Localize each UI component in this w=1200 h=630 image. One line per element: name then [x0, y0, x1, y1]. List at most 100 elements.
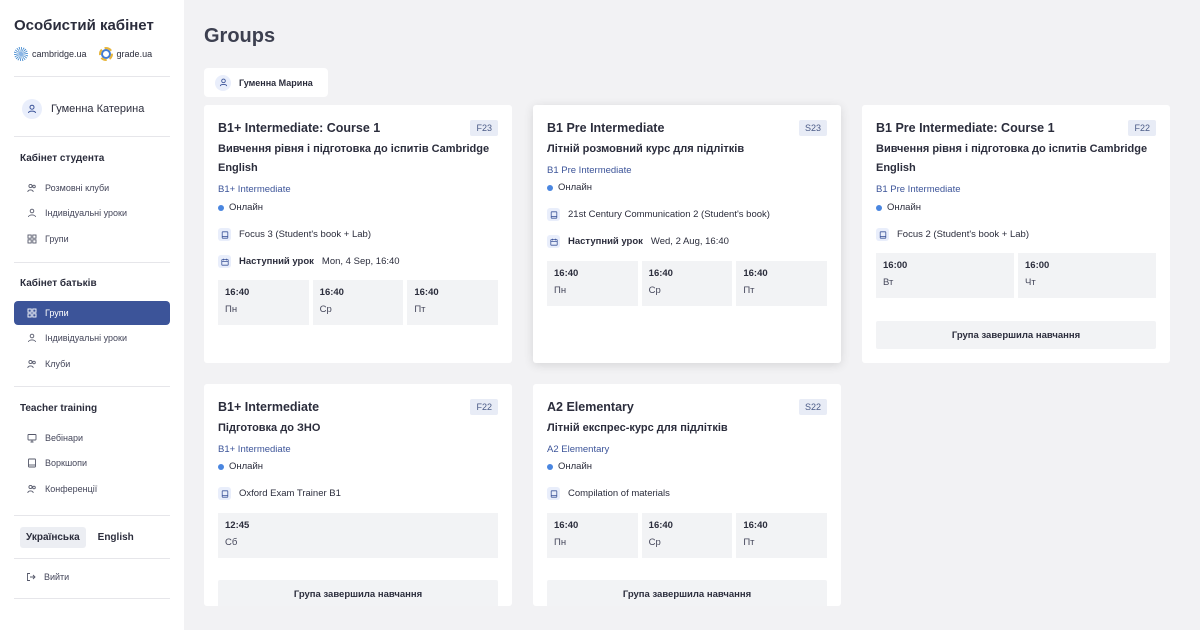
people-icon — [27, 183, 37, 193]
nav-label: Розмовні клуби — [45, 183, 110, 193]
user-icon — [215, 74, 231, 91]
divider — [14, 515, 170, 516]
group-card[interactable]: B1 Pre Intermediate: Course 1 F22 Вивчен… — [862, 105, 1170, 363]
nav-student-groups[interactable]: Групи — [14, 227, 170, 251]
slot-day: Пт — [743, 537, 755, 548]
level-link[interactable]: B1+ Intermediate — [218, 444, 291, 455]
nav-label: Клуби — [45, 359, 71, 369]
schedule-slots: 16:40 Пн 16:40 Ср 16:40 Пт — [547, 261, 828, 306]
next-lesson-label: Наступний урок — [239, 256, 314, 267]
brand-cambridge[interactable]: cambridge.ua — [14, 47, 87, 61]
nav-student-individual[interactable]: Індивідуальні уроки — [14, 201, 170, 225]
language-switcher: Українська English — [20, 527, 140, 548]
schedule-slot: 16:40 Пн — [218, 280, 309, 325]
group-card[interactable]: A2 Elementary S22 Літній експрес-курс дл… — [533, 384, 841, 606]
next-lesson-row: Наступний урок Wed, 2 Aug, 16:40 — [547, 235, 827, 248]
book-title: Focus 3 (Student's book + Lab) — [239, 229, 371, 240]
format-status: Онлайн — [876, 202, 921, 213]
child-selector[interactable]: Гуменна Марина — [204, 68, 328, 97]
calendar-icon — [218, 255, 231, 268]
sidebar: Особистий кабінет cambridge.ua grade.ua … — [0, 0, 184, 630]
lang-english-button[interactable]: English — [92, 527, 140, 548]
card-header: B1 Pre Intermediate: Course 1 F22 — [876, 120, 1156, 136]
group-subtitle: Підготовка до ЗНО — [218, 422, 321, 434]
monitor-icon — [27, 433, 37, 443]
nav-workshops[interactable]: Воркшопи — [14, 451, 170, 475]
season-badge: S23 — [798, 120, 827, 136]
slot-day: Ср — [319, 304, 332, 315]
nav-conferences[interactable]: Конференції — [14, 477, 170, 501]
user-name: Гуменна Катерина — [51, 103, 145, 115]
course-title: A2 Elementary — [547, 400, 634, 414]
nav-webinars[interactable]: Вебінари — [14, 426, 170, 450]
logout-button[interactable]: Вийти — [26, 572, 69, 582]
slot-day: Пт — [414, 304, 426, 315]
season-badge: S22 — [798, 399, 827, 415]
nav-student-clubs[interactable]: Розмовні клуби — [14, 176, 170, 200]
lang-ukrainian-button[interactable]: Українська — [20, 527, 86, 548]
slot-time: 16:40 — [225, 287, 250, 298]
book-row: 21st Century Communication 2 (Student's … — [547, 208, 827, 221]
slot-day: Пн — [554, 285, 567, 296]
book-icon — [876, 228, 889, 241]
schedule-slots: 16:40 Пн 16:40 Ср 16:40 Пт — [218, 280, 499, 325]
nav-label: Групи — [45, 234, 69, 244]
level-link[interactable]: B1 Pre Intermediate — [547, 165, 632, 176]
book-icon — [547, 487, 560, 500]
online-dot-icon — [547, 184, 553, 191]
slot-day: Вт — [883, 277, 894, 288]
user-profile[interactable]: Гуменна Катерина — [22, 99, 144, 119]
book-title: Compilation of materials — [568, 488, 670, 499]
format-status: Онлайн — [218, 461, 263, 472]
slot-time: 16:40 — [743, 268, 768, 279]
user-icon — [22, 99, 42, 119]
brand-grade[interactable]: grade.ua — [98, 47, 153, 61]
group-subtitle: Літній експрес-курс для підлітків — [547, 422, 728, 434]
brand-cambridge-label: cambridge.ua — [32, 49, 87, 59]
slot-day: Пт — [743, 285, 755, 296]
divider — [14, 386, 170, 387]
group-card[interactable]: B1+ Intermediate: Course 1 F23 Вивчення … — [204, 105, 512, 363]
app-title: Особистий кабінет — [14, 17, 154, 34]
slot-time: 16:40 — [554, 268, 579, 279]
level-link[interactable]: B1+ Intermediate — [218, 184, 291, 195]
level-link[interactable]: A2 Elementary — [547, 444, 609, 455]
group-card[interactable]: B1+ Intermediate F22 Підготовка до ЗНО B… — [204, 384, 512, 606]
card-header: A2 Elementary S22 — [547, 399, 827, 415]
nav-parent-clubs[interactable]: Клуби — [14, 352, 170, 376]
slot-day: Пн — [225, 304, 238, 315]
next-lesson-value: Wed, 2 Aug, 16:40 — [650, 236, 729, 247]
format-label: Онлайн — [887, 202, 922, 213]
format-label: Онлайн — [229, 202, 264, 213]
group-card[interactable]: B1 Pre Intermediate S23 Літній розмовний… — [533, 105, 841, 363]
book-row: Compilation of materials — [547, 487, 827, 500]
schedule-slots: 16:40 Пн 16:40 Ср 16:40 Пт — [547, 513, 828, 558]
book-title: Oxford Exam Trainer B1 — [239, 488, 341, 499]
online-dot-icon — [218, 204, 224, 211]
next-lesson-value: Mon, 4 Sep, 16:40 — [321, 256, 400, 267]
nav-parent-individual[interactable]: Індивідуальні уроки — [14, 326, 170, 350]
format-label: Онлайн — [229, 461, 264, 472]
cambridge-logo-icon — [14, 47, 28, 61]
nav-parent-groups[interactable]: Групи — [14, 301, 170, 325]
level-link[interactable]: B1 Pre Intermediate — [876, 184, 961, 195]
grid-icon — [27, 308, 37, 318]
book-title: 21st Century Communication 2 (Student's … — [568, 209, 770, 220]
brand-grade-label: grade.ua — [116, 49, 153, 59]
season-badge: F22 — [1128, 120, 1156, 136]
book-icon — [218, 487, 231, 500]
schedule-slot: 16:40 Пт — [736, 261, 828, 306]
book-title: Focus 2 (Student's book + Lab) — [897, 229, 1029, 240]
brand-logos: cambridge.ua grade.ua — [14, 47, 152, 61]
format-status: Онлайн — [218, 202, 263, 213]
divider — [14, 262, 170, 263]
slot-time: 16:40 — [554, 520, 579, 531]
nav-label: Індивідуальні уроки — [45, 333, 127, 343]
format-status: Онлайн — [547, 461, 592, 472]
schedule-slots: 12:45 Сб — [218, 513, 498, 558]
online-dot-icon — [876, 204, 882, 211]
format-label: Онлайн — [558, 182, 593, 193]
season-badge: F22 — [470, 399, 498, 415]
schedule-slot: 16:40 Ср — [312, 280, 404, 325]
teacher-section-title: Teacher training — [20, 403, 98, 414]
